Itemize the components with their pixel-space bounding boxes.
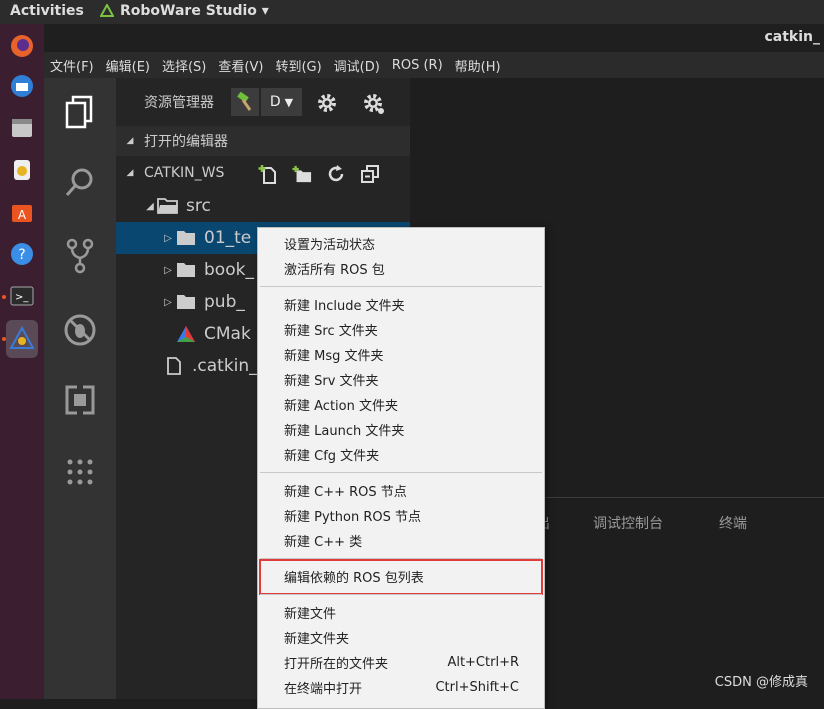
watermark-credit: CSDN @修成真 <box>714 675 808 690</box>
folder-open-icon <box>156 196 180 216</box>
search-icon[interactable] <box>62 164 98 200</box>
sidebar-title: 资源管理器 <box>144 95 214 111</box>
menu-item-set-active[interactable]: 设置为活动状态 <box>258 231 544 256</box>
cmake-icon <box>174 324 198 344</box>
ubuntu-dock: A ? >_ <box>0 24 44 699</box>
annotation-highlight-box <box>259 559 543 595</box>
collapsed-arrow-icon: ▷ <box>164 264 172 276</box>
build-config-select[interactable]: D ▼ <box>261 88 302 116</box>
menu-item-new-folder[interactable]: 新建文件夹 <box>258 625 544 650</box>
collapse-arrow-icon: ◢ <box>126 136 134 146</box>
menu-item-new-python-ros-node[interactable]: 新建 Python ROS 节点 <box>258 503 544 528</box>
menu-item-new-cpp-class[interactable]: 新建 C++ 类 <box>258 528 544 553</box>
menu-item-new-srv-folder[interactable]: 新建 Srv 文件夹 <box>258 367 544 392</box>
rhythmbox-icon[interactable] <box>6 154 38 186</box>
shortcut-label: Alt+Ctrl+R <box>447 655 519 670</box>
new-file-icon[interactable] <box>258 164 278 184</box>
window-title-bar: catkin_ <box>44 24 824 52</box>
svg-text:>_: >_ <box>15 292 29 303</box>
folder-icon <box>174 228 198 248</box>
workspace-toolbar <box>258 164 380 184</box>
window-title: catkin_ <box>764 29 820 45</box>
file-icon <box>162 356 186 376</box>
roboware-small-icon <box>100 4 114 17</box>
tree-item-label: pub_ <box>204 292 245 312</box>
firefox-icon[interactable] <box>6 30 38 62</box>
tree-item-label: src <box>186 196 211 216</box>
folder-icon <box>174 260 198 280</box>
refresh-icon[interactable] <box>326 164 346 184</box>
menu-separator <box>260 594 542 595</box>
tree-item-label: .catkin_ <box>192 356 258 376</box>
menu-item-new-action-folder[interactable]: 新建 Action 文件夹 <box>258 392 544 417</box>
caret-down-icon: ▼ <box>284 95 294 109</box>
menu-item-new-src-folder[interactable]: 新建 Src 文件夹 <box>258 317 544 342</box>
workspace-label: CATKIN_WS <box>144 165 225 181</box>
menu-selection[interactable]: 选择(S) <box>162 56 206 75</box>
menu-item-open-containing-folder[interactable]: 打开所在的文件夹 Alt+Ctrl+R <box>258 650 544 675</box>
files-icon[interactable] <box>6 112 38 144</box>
expand-arrow-icon: ◢ <box>126 168 134 178</box>
menu-file[interactable]: 文件(F) <box>50 56 94 75</box>
svg-text:?: ? <box>18 247 25 263</box>
app-name: RoboWare Studio ▾ <box>120 3 269 19</box>
folder-icon <box>174 292 198 312</box>
tree-item-src[interactable]: ◢ src <box>116 190 438 222</box>
ubuntu-top-bar: Activities RoboWare Studio ▾ <box>0 0 824 24</box>
expanded-arrow-icon: ◢ <box>146 200 154 212</box>
menu-item-new-msg-folder[interactable]: 新建 Msg 文件夹 <box>258 342 544 367</box>
menu-item-new-cfg-folder[interactable]: 新建 Cfg 文件夹 <box>258 442 544 467</box>
roboware-icon[interactable] <box>6 320 38 358</box>
menu-item-open-in-terminal[interactable]: 在终端中打开 Ctrl+Shift+C <box>258 675 544 700</box>
app-menu[interactable]: RoboWare Studio ▾ <box>100 3 269 19</box>
build-hammer-icon[interactable] <box>231 88 259 116</box>
menu-go[interactable]: 转到(G) <box>275 56 321 75</box>
source-control-icon[interactable] <box>62 238 98 274</box>
collapsed-arrow-icon: ▷ <box>164 296 172 308</box>
gear-icon[interactable] <box>316 92 338 118</box>
menu-help[interactable]: 帮助(H) <box>455 56 501 75</box>
context-menu: 设置为活动状态 激活所有 ROS 包 新建 Include 文件夹 新建 Src… <box>257 227 545 709</box>
menu-separator <box>260 286 542 287</box>
sidebar-header: 资源管理器 D ▼ <box>116 78 410 126</box>
activity-bar <box>44 78 116 699</box>
thunderbird-icon[interactable] <box>6 70 38 102</box>
menu-ros[interactable]: ROS (R) <box>392 58 443 73</box>
menu-item-new-include-folder[interactable]: 新建 Include 文件夹 <box>258 292 544 317</box>
help-icon[interactable]: ? <box>6 238 38 270</box>
settings-gear-icon[interactable] <box>362 92 386 120</box>
menu-view[interactable]: 查看(V) <box>218 56 263 75</box>
tree-item-label: 01_te <box>204 228 252 248</box>
apps-grid-icon[interactable] <box>62 454 98 490</box>
menu-debug[interactable]: 调试(D) <box>334 56 380 75</box>
collapse-all-icon[interactable] <box>360 164 380 184</box>
tab-terminal[interactable]: 终端 <box>719 513 747 533</box>
tree-item-label: CMak <box>204 324 251 344</box>
menu-edit[interactable]: 编辑(E) <box>106 56 150 75</box>
debug-icon[interactable] <box>62 312 98 348</box>
menu-item-new-launch-folder[interactable]: 新建 Launch 文件夹 <box>258 417 544 442</box>
open-editors-section[interactable]: ◢ 打开的编辑器 <box>116 126 410 156</box>
tree-item-label: book_ <box>204 260 254 280</box>
software-center-icon[interactable]: A <box>6 196 38 228</box>
tab-debug-console[interactable]: 调试控制台 <box>593 513 663 533</box>
menu-bar: 文件(F) 编辑(E) 选择(S) 查看(V) 转到(G) 调试(D) ROS … <box>44 52 824 78</box>
collapsed-arrow-icon: ▷ <box>164 232 172 244</box>
menu-item-new-file[interactable]: 新建文件 <box>258 600 544 625</box>
terminal-icon[interactable]: >_ <box>6 280 38 312</box>
menu-item-activate-all-ros[interactable]: 激活所有 ROS 包 <box>258 256 544 281</box>
activities-button[interactable]: Activities <box>10 3 84 19</box>
open-editors-label: 打开的编辑器 <box>144 134 228 150</box>
shortcut-label: Ctrl+Shift+C <box>435 680 519 695</box>
build-config-value: D <box>269 94 281 110</box>
new-folder-icon[interactable] <box>292 164 312 184</box>
extensions-icon[interactable] <box>62 382 98 418</box>
menu-separator <box>260 472 542 473</box>
explorer-icon[interactable] <box>62 94 98 130</box>
menu-item-new-cpp-ros-node[interactable]: 新建 C++ ROS 节点 <box>258 478 544 503</box>
svg-text:A: A <box>18 208 27 222</box>
